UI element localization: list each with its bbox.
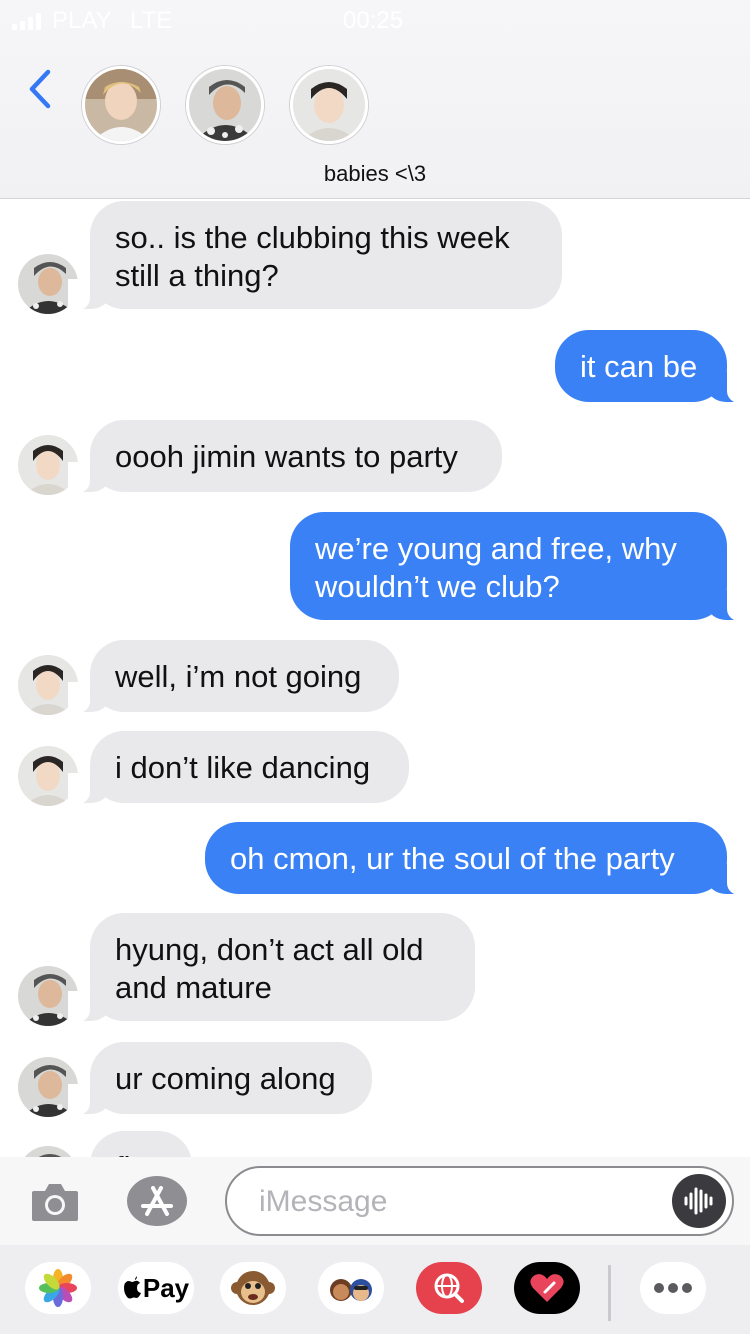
message-text: well, i’m not going — [115, 659, 362, 694]
message-text: hyung, don’t act all old and mature — [115, 932, 424, 1005]
message-text: i don’t like dancing — [115, 750, 371, 785]
incoming-message[interactable]: well, i’m not going — [68, 640, 399, 713]
digital-touch-button[interactable] — [514, 1262, 580, 1314]
message-text: so.. is the clubbing this week still a t… — [115, 220, 510, 293]
message-text: ur coming along — [115, 1061, 336, 1096]
web-search-icon — [416, 1262, 482, 1314]
message-text: oh cmon, ur the soul of the party — [230, 841, 675, 876]
more-apps-button[interactable] — [640, 1262, 706, 1314]
photos-app-button[interactable] — [25, 1262, 91, 1314]
conversation-header: PLAY LTE 00:25 babies <\3 — [0, 0, 750, 199]
participant-avatar-3[interactable] — [290, 66, 368, 144]
memoji-stickers-icon — [330, 1279, 372, 1301]
message-input-field[interactable] — [225, 1166, 734, 1236]
message-input[interactable] — [257, 1180, 661, 1224]
composer-bar — [0, 1157, 750, 1245]
apple-logo-icon — [123, 1276, 141, 1299]
outgoing-message[interactable]: it can be — [555, 330, 749, 403]
app-drawer: Pay — [0, 1245, 750, 1334]
more-icon — [654, 1283, 692, 1293]
camera-icon — [32, 1184, 78, 1221]
app-store-button[interactable] — [125, 1174, 189, 1228]
apple-pay-label: Pay — [142, 1272, 190, 1303]
group-name[interactable]: babies <\3 — [0, 161, 750, 187]
incoming-message[interactable]: fi — [90, 1131, 192, 1157]
incoming-message[interactable]: oooh jimin wants to party — [68, 420, 502, 493]
app-store-icon — [127, 1176, 187, 1226]
camera-button[interactable] — [30, 1179, 80, 1223]
status-bar: PLAY LTE 00:25 — [0, 0, 750, 42]
message-text: we’re young and free, why wouldn’t we cl… — [315, 531, 677, 604]
memoji-stickers-button[interactable] — [318, 1262, 384, 1314]
outgoing-message[interactable]: oh cmon, ur the soul of the party — [205, 822, 749, 895]
digital-touch-icon — [514, 1262, 580, 1314]
message-text: fi — [115, 1150, 131, 1157]
status-time: 00:25 — [343, 7, 404, 34]
monkey-memoji-icon — [231, 1271, 275, 1305]
back-button[interactable] — [20, 64, 64, 114]
outgoing-message[interactable]: we’re young and free, why wouldn’t we cl… — [290, 512, 749, 621]
waveform-icon — [684, 1187, 713, 1215]
web-search-button[interactable] — [416, 1262, 482, 1314]
incoming-message[interactable]: so.. is the clubbing this week still a t… — [68, 201, 562, 310]
message-text: it can be — [580, 349, 698, 384]
drawer-divider — [608, 1265, 611, 1321]
chevron-left-icon — [29, 69, 51, 109]
participant-avatar-1[interactable] — [82, 66, 160, 144]
sender-avatar-tae[interactable] — [18, 1146, 78, 1157]
photos-icon — [39, 1269, 77, 1307]
message-thread[interactable]: so.. is the clubbing this week still a t… — [0, 199, 750, 1157]
animoji-button[interactable] — [220, 1262, 286, 1314]
incoming-message[interactable]: i don’t like dancing — [68, 731, 409, 804]
audio-message-button[interactable] — [672, 1174, 726, 1228]
message-text: oooh jimin wants to party — [115, 439, 458, 474]
signal-icon — [12, 12, 41, 30]
apple-pay-button[interactable]: Pay — [118, 1262, 194, 1314]
carrier-label: PLAY — [52, 7, 112, 34]
incoming-message[interactable]: ur coming along — [68, 1042, 372, 1115]
incoming-message[interactable]: hyung, don’t act all old and mature — [68, 913, 475, 1022]
network-label: LTE — [130, 7, 173, 34]
participant-avatar-2[interactable] — [186, 66, 264, 144]
